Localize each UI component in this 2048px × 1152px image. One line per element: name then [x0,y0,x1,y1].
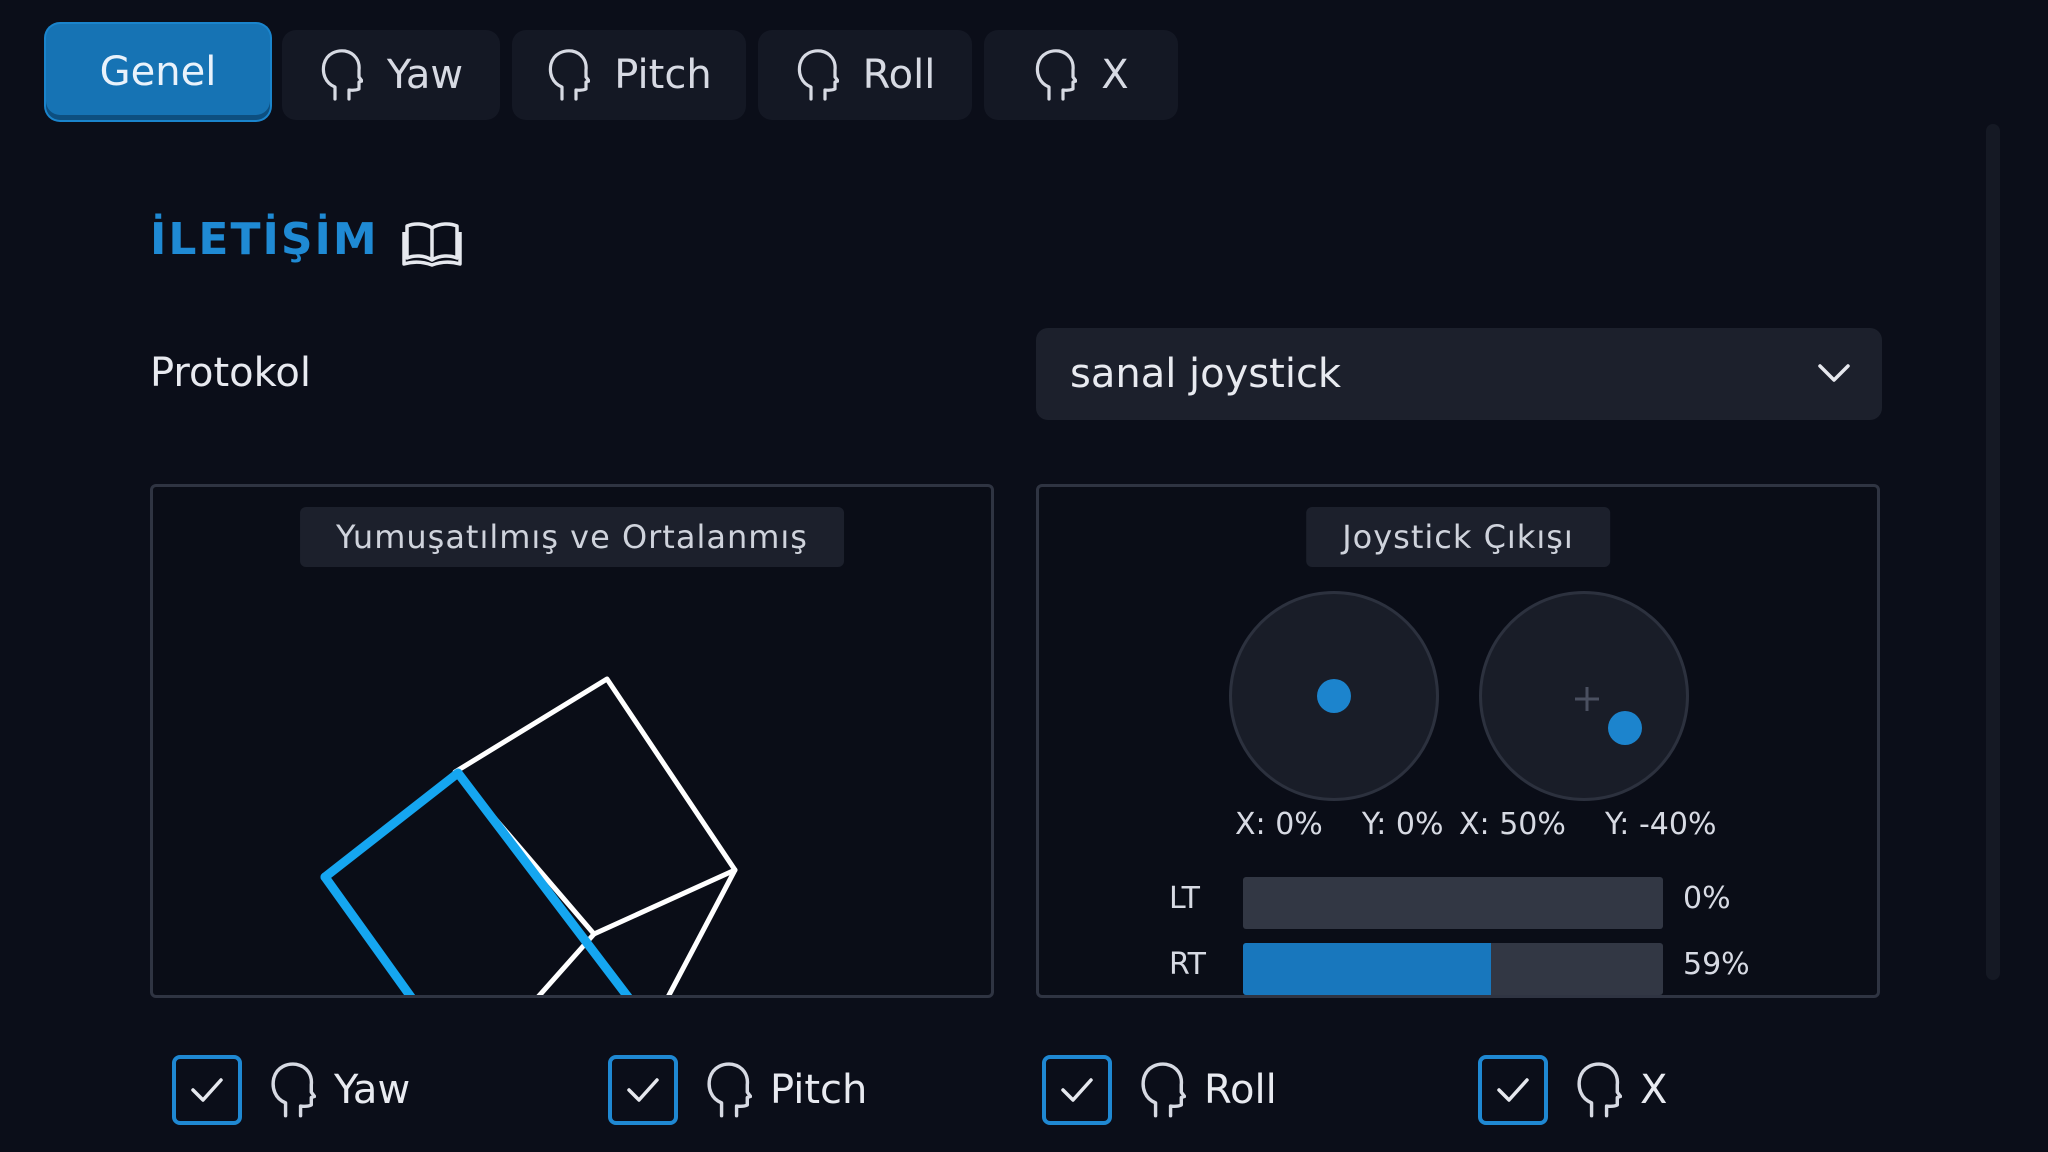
checkbox[interactable] [172,1055,242,1125]
head-icon [319,47,363,103]
head-icon [795,47,839,103]
right-stick-readout: X: 50% Y: -40% [1459,807,1716,842]
right-stick [1479,591,1689,801]
checkbox-label: Roll [1204,1067,1277,1113]
checkbox[interactable] [1042,1055,1112,1125]
protocol-value: sanal joystick [1070,351,1342,397]
chevron-down-icon [1816,360,1852,386]
checkbox-x[interactable]: X [1478,1052,1667,1128]
rt-label: RT [1169,947,1206,982]
tab-label: Pitch [614,52,712,98]
head-icon [546,47,591,103]
lt-value: 0% [1683,881,1731,916]
panel-title: Joystick Çıkışı [1306,507,1610,567]
tab-label: Genel [99,49,217,95]
checkbox[interactable] [1478,1055,1548,1125]
rt-bar [1243,943,1663,995]
scrollbar[interactable] [1986,124,2000,980]
head-icon [1138,1060,1186,1120]
checkbox-label: X [1640,1067,1668,1113]
tab-pitch[interactable]: Pitch [512,30,746,120]
checkbox[interactable] [608,1055,678,1125]
rt-fill [1243,943,1491,995]
protocol-dropdown[interactable]: sanal joystick [1036,328,1882,420]
checkmark-icon [1061,1078,1093,1102]
checkmark-icon [1497,1078,1529,1102]
head-icon [1574,1060,1622,1120]
stick-x-value: X: 0% [1235,807,1323,842]
checkbox-label: Pitch [770,1067,868,1113]
section-title: İLETİŞİM [150,214,379,265]
stick-position-dot [1317,679,1351,713]
stick-y-value: Y: 0% [1361,807,1444,842]
head-icon [268,1060,316,1120]
checkmark-icon [627,1078,659,1102]
tab-label: Yaw [386,52,464,98]
tab-label: Roll [862,52,936,98]
checkbox-roll[interactable]: Roll [1042,1052,1277,1128]
tab-label: X [1101,52,1129,98]
checkmark-icon [191,1078,223,1102]
lt-label: LT [1169,881,1200,916]
center-crosshair-icon [1573,685,1601,713]
head-orientation-cube [320,676,738,995]
stick-position-dot [1608,711,1642,745]
tab-roll[interactable]: Roll [758,30,972,120]
head-icon [704,1060,752,1120]
stick-y-value: Y: -40% [1604,807,1717,842]
tab-yaw[interactable]: Yaw [282,30,500,120]
tab-genel[interactable]: Genel [46,24,270,120]
checkbox-yaw[interactable]: Yaw [172,1052,410,1128]
joystick-output-panel: Joystick Çıkışı X: 0% Y: 0% X: 50% Y: -4… [1036,484,1880,998]
checkbox-label: Yaw [334,1067,411,1113]
rt-value: 59% [1683,947,1750,982]
protocol-label: Protokol [150,350,311,396]
book-icon[interactable] [402,218,462,268]
smoothed-view-panel: Yumuşatılmış ve Ortalanmış [150,484,994,998]
stick-x-value: X: 50% [1459,807,1566,842]
left-stick [1229,591,1439,801]
tab-x[interactable]: X [984,30,1178,120]
checkbox-pitch[interactable]: Pitch [608,1052,867,1128]
head-icon [1033,47,1078,103]
left-stick-readout: X: 0% Y: 0% [1235,807,1443,842]
lt-bar [1243,877,1663,929]
